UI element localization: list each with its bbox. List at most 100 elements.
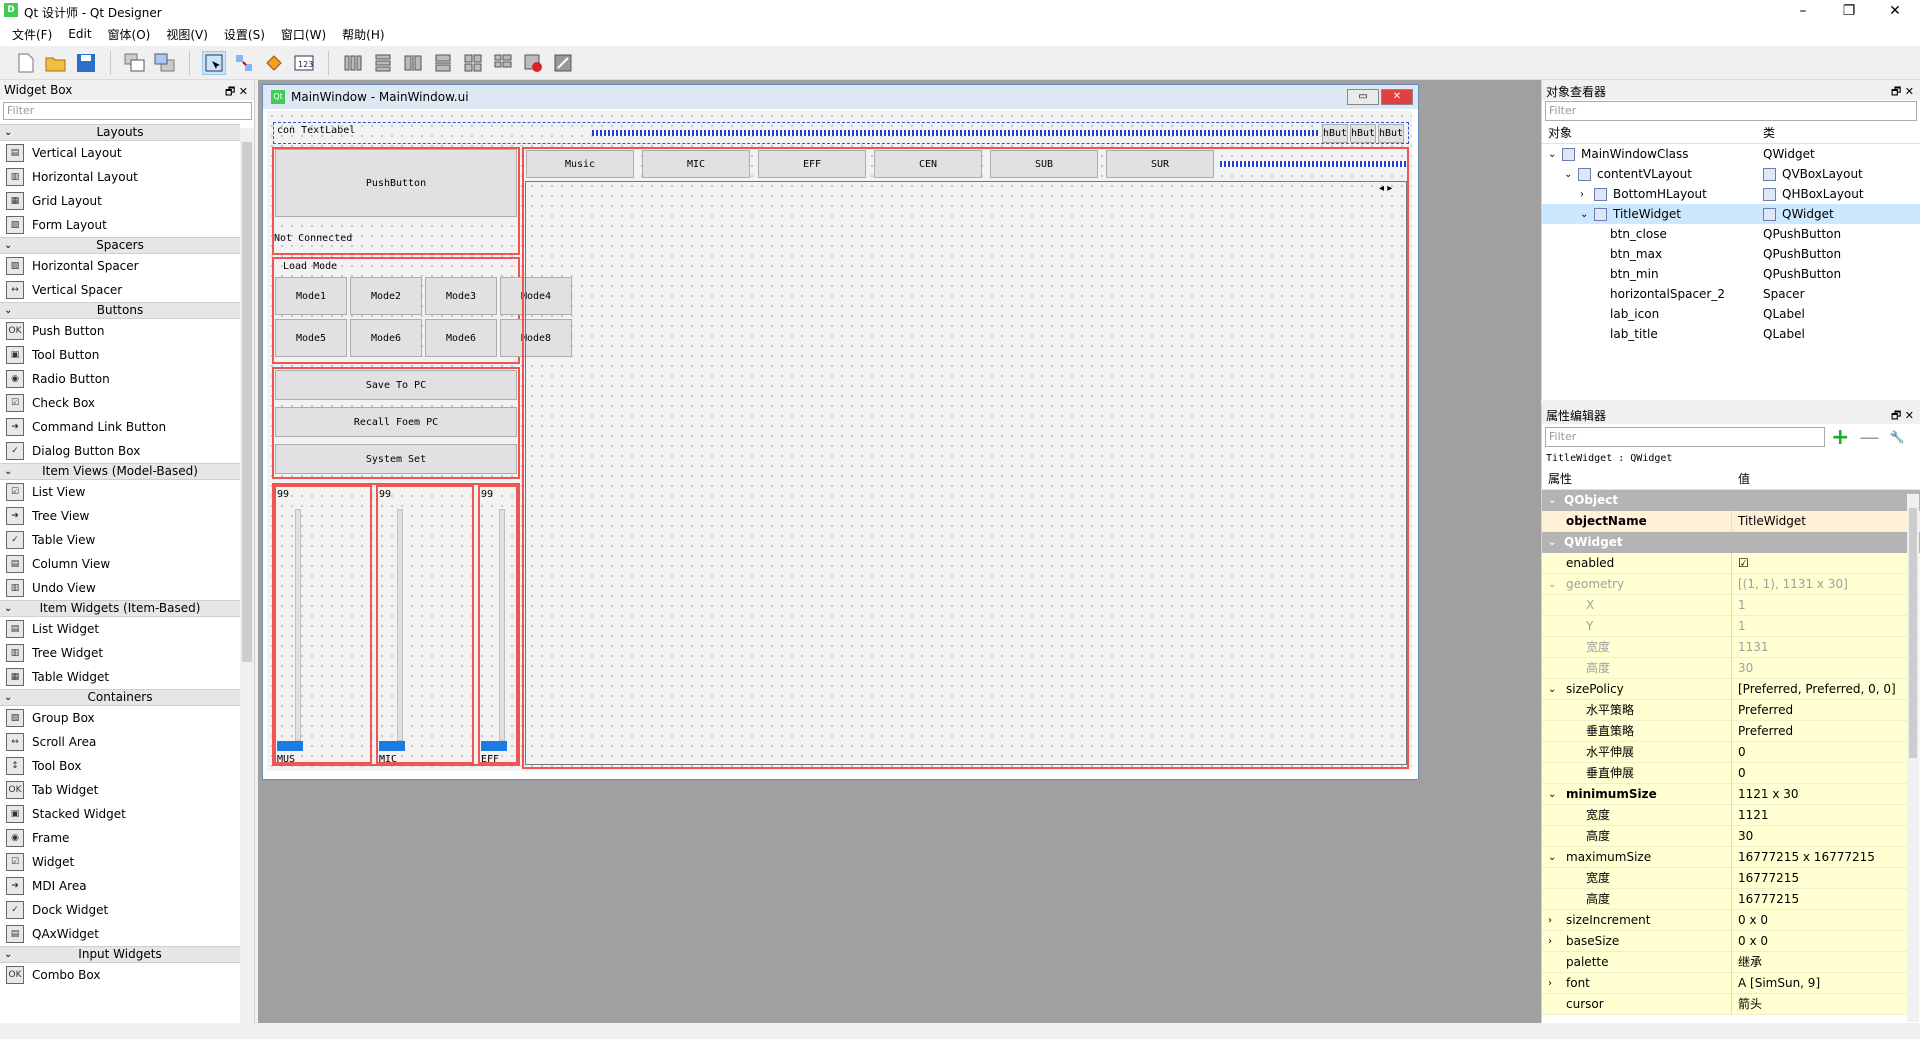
- mode-button-5[interactable]: Mode5: [275, 319, 347, 357]
- property-row[interactable]: 垂直策略 Preferred: [1542, 720, 1920, 742]
- property-row[interactable]: ⌄ minimumSize 1121 x 30: [1542, 783, 1920, 805]
- widget-item[interactable]: OK Tab Widget: [0, 778, 240, 802]
- slider-track-mic[interactable]: [397, 509, 403, 741]
- tab-mic[interactable]: MIC: [642, 150, 750, 178]
- property-row[interactable]: Y1: [1542, 615, 1920, 637]
- property-value[interactable]: TitleWidget: [1732, 511, 1806, 532]
- widget-item[interactable]: ▧ Group Box: [0, 706, 240, 730]
- widget-item[interactable]: ☑ Check Box: [0, 391, 240, 415]
- form-window[interactable]: Qt MainWindow - MainWindow.ui ▭ ✕ con Te…: [262, 84, 1419, 780]
- edit-buddies-icon[interactable]: [262, 51, 286, 75]
- widget-item[interactable]: ▦ Table Widget: [0, 665, 240, 689]
- tree-expand-icon[interactable]: ⌄: [1580, 209, 1594, 220]
- property-row[interactable]: 水平策略 Preferred: [1542, 699, 1920, 721]
- property-value[interactable]: ☑: [1732, 553, 1749, 574]
- widget-item[interactable]: ▧ Horizontal Spacer: [0, 254, 240, 278]
- property-row[interactable]: 宽度 1131: [1542, 636, 1920, 658]
- chevron-down-icon[interactable]: ⌄: [1548, 684, 1556, 695]
- layout-grid-icon[interactable]: [461, 51, 485, 75]
- property-value[interactable]: 1131: [1732, 637, 1769, 658]
- widget-item[interactable]: ◉ Radio Button: [0, 367, 240, 391]
- widget-item[interactable]: ✓ Table View: [0, 528, 240, 552]
- btn-close[interactable]: hBut: [1378, 124, 1404, 143]
- main-push-button[interactable]: PushButton: [275, 149, 517, 217]
- property-value[interactable]: [(1, 1), 1131 x 30]: [1732, 574, 1848, 595]
- property-row[interactable]: 宽度 16777215: [1542, 867, 1920, 889]
- property-row[interactable]: enabled ☑: [1542, 552, 1920, 574]
- tree-row[interactable]: ⌄ contentVLayout QVBoxLayout: [1542, 164, 1920, 184]
- property-value[interactable]: 1121: [1732, 805, 1769, 826]
- menu-edit[interactable]: Edit: [60, 27, 99, 41]
- layout-horizontal-splitter-icon[interactable]: [401, 51, 425, 75]
- widget-item[interactable]: ▤ List Widget: [0, 617, 240, 641]
- chevron-down-icon[interactable]: ⌄: [1548, 537, 1556, 548]
- float-close-icons[interactable]: 🗗 ✕: [1891, 83, 1914, 102]
- widget-item[interactable]: OK Push Button: [0, 319, 240, 343]
- widget-item[interactable]: ↔ Scroll Area: [0, 730, 240, 754]
- widget-category[interactable]: ⌄ Item Widgets (Item-Based): [0, 600, 240, 617]
- widget-item[interactable]: ▤ Column View: [0, 552, 240, 576]
- tree-row[interactable]: › BottomHLayout QHBoxLayout: [1542, 184, 1920, 204]
- property-value[interactable]: 0: [1732, 763, 1746, 784]
- tree-row[interactable]: btn_close QPushButton: [1542, 224, 1920, 244]
- tree-expand-icon[interactable]: ⌄: [1564, 169, 1578, 180]
- form-close-button[interactable]: ✕: [1381, 89, 1413, 105]
- property-value[interactable]: 0 x 0: [1732, 931, 1768, 952]
- tab-cen[interactable]: CEN: [874, 150, 982, 178]
- property-value[interactable]: 16777215: [1732, 868, 1799, 889]
- property-row[interactable]: › baseSize 0 x 0: [1542, 930, 1920, 952]
- stack-nav-arrows-icon[interactable]: ◂ ▸: [1379, 183, 1392, 194]
- add-property-icon[interactable]: +: [1831, 425, 1849, 450]
- widget-item[interactable]: ↕ Tool Box: [0, 754, 240, 778]
- widget-item[interactable]: OK Combo Box: [0, 963, 240, 987]
- widget-item[interactable]: ▣ Stacked Widget: [0, 802, 240, 826]
- property-value[interactable]: 1: [1732, 616, 1746, 637]
- property-filter-input[interactable]: Filter: [1545, 427, 1825, 447]
- mode-button-6[interactable]: Mode6: [350, 319, 422, 357]
- layout-horizontal-icon[interactable]: [341, 51, 365, 75]
- property-row[interactable]: ⌄ QWidget: [1542, 532, 1920, 553]
- system-set-button[interactable]: System Set: [275, 444, 517, 474]
- object-filter-input[interactable]: Filter: [1545, 101, 1917, 121]
- property-row[interactable]: objectName TitleWidget: [1542, 510, 1920, 532]
- widget-item[interactable]: ▧ Form Layout: [0, 213, 240, 237]
- widget-item[interactable]: ▤ Vertical Layout: [0, 141, 240, 165]
- slider-handle-mus[interactable]: [277, 741, 303, 751]
- slider-handle-mic[interactable]: [379, 741, 405, 751]
- tab-sur[interactable]: SUR: [1106, 150, 1214, 178]
- float-close-icons[interactable]: 🗗 ✕: [1891, 407, 1914, 426]
- tab-music[interactable]: Music: [526, 150, 634, 178]
- maximize-button[interactable]: ❐: [1826, 0, 1872, 22]
- slider-track-eff[interactable]: [499, 509, 505, 741]
- chevron-down-icon[interactable]: ›: [1548, 978, 1552, 989]
- property-value[interactable]: Preferred: [1732, 700, 1793, 721]
- widget-item[interactable]: ➜ Command Link Button: [0, 415, 240, 439]
- mode-button-3[interactable]: Mode3: [425, 277, 497, 315]
- widget-item[interactable]: ▤ QAxWidget: [0, 922, 240, 946]
- property-value[interactable]: [Preferred, Preferred, 0, 0]: [1732, 679, 1896, 700]
- property-scrollbar[interactable]: [1907, 494, 1919, 1022]
- widget-item[interactable]: ☑ List View: [0, 480, 240, 504]
- widget-box-filter-input[interactable]: Filter: [3, 102, 252, 120]
- property-row[interactable]: › font A [SimSun, 9]: [1542, 972, 1920, 994]
- chevron-down-icon[interactable]: ›: [1548, 936, 1552, 947]
- menu-form[interactable]: 窗体(O): [100, 26, 159, 43]
- widget-category[interactable]: ⌄ Input Widgets: [0, 946, 240, 963]
- float-close-icons[interactable]: 🗗 ✕: [225, 83, 248, 102]
- property-value[interactable]: 16777215 x 16777215: [1732, 847, 1875, 868]
- widget-item[interactable]: ✓ Dialog Button Box: [0, 439, 240, 463]
- edit-tab-order-icon[interactable]: 123: [292, 51, 316, 75]
- layout-vertical-splitter-icon[interactable]: [431, 51, 455, 75]
- slider-track-mus[interactable]: [295, 509, 301, 741]
- property-row[interactable]: cursor 箭头: [1542, 993, 1920, 1015]
- mode-button-2[interactable]: Mode2: [350, 277, 422, 315]
- widget-category[interactable]: ⌄ Containers: [0, 689, 240, 706]
- chevron-down-icon[interactable]: ⌄: [1548, 852, 1556, 863]
- widget-item[interactable]: ☑ Widget: [0, 850, 240, 874]
- layout-vertical-icon[interactable]: [371, 51, 395, 75]
- tree-expand-icon[interactable]: ⌄: [1548, 149, 1562, 160]
- property-value[interactable]: 1: [1732, 595, 1746, 616]
- widget-item[interactable]: ➜ MDI Area: [0, 874, 240, 898]
- tree-row[interactable]: ⌄ TitleWidget QWidget: [1542, 204, 1920, 224]
- property-value[interactable]: 0: [1732, 742, 1746, 763]
